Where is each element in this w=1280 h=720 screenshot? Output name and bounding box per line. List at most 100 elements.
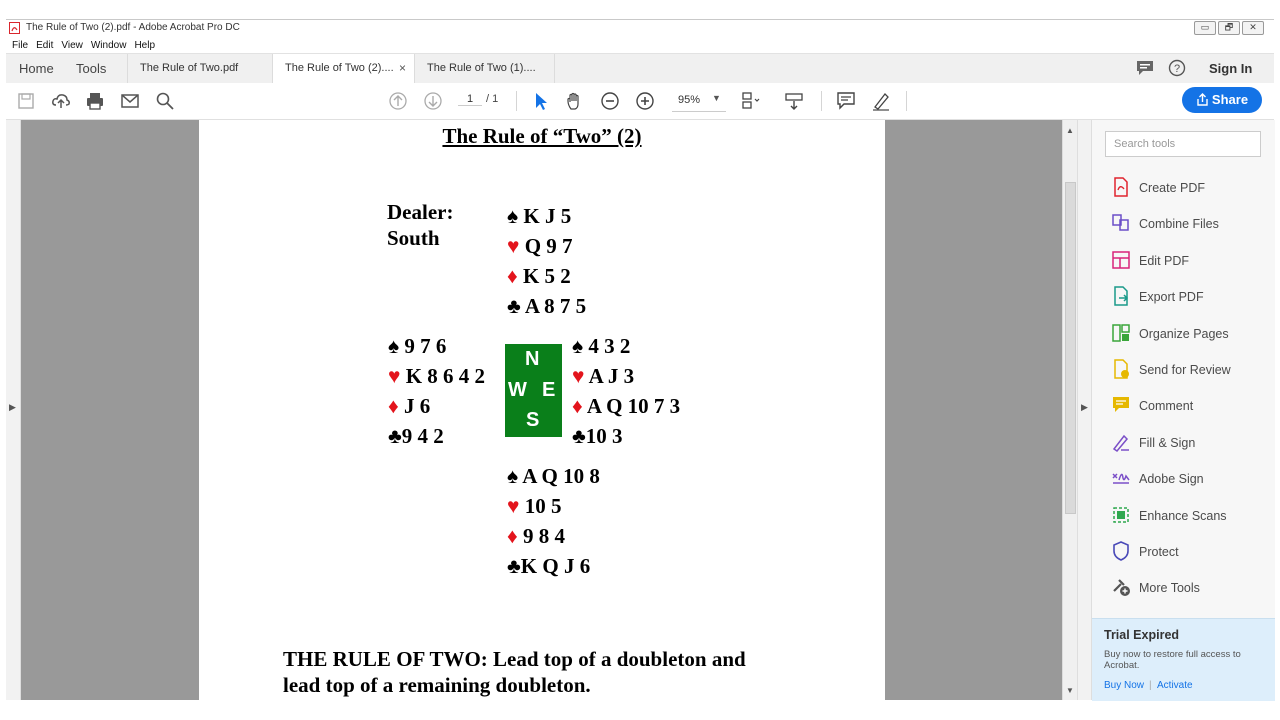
zoom-out-icon[interactable] [600, 91, 620, 111]
tool-label: Organize Pages [1139, 326, 1229, 341]
south-hearts: 10 5 [524, 494, 562, 518]
tools-pane: Search tools Create PDF Combine Files Edit… [1091, 120, 1275, 701]
tool-item-create-pdf[interactable]: Create PDF [1111, 177, 1271, 199]
protect-icon [1113, 541, 1129, 561]
doc-tab-rule-of-two-1[interactable]: The Rule of Two (1).... [415, 54, 555, 83]
east-clubs-row: ♣10 3 [572, 421, 680, 451]
tool-label: Send for Review [1139, 363, 1231, 377]
menu-edit[interactable]: Edit [36, 38, 53, 54]
next-page-icon[interactable] [423, 91, 443, 111]
tool-item-adobe-sign[interactable]: Adobe Sign [1111, 468, 1271, 490]
tool-item-protect[interactable]: Protect [1111, 541, 1271, 563]
sign-in-link[interactable]: Sign In [1209, 61, 1252, 76]
diamond-icon: ♦ [507, 264, 518, 288]
adobe-sign-icon [1112, 473, 1130, 484]
share-icon [1197, 93, 1208, 106]
zoom-value: 95% [678, 94, 701, 106]
tool-item-send-for-review[interactable]: Send for Review [1111, 359, 1271, 381]
save-icon[interactable] [16, 91, 36, 111]
tool-label: Combine Files [1139, 217, 1219, 232]
search-tools-input[interactable]: Search tools [1105, 131, 1261, 157]
email-icon[interactable] [120, 91, 140, 111]
doc-tab-rule-of-two[interactable]: The Rule of Two.pdf [127, 54, 273, 83]
buy-now-link[interactable]: Buy Now [1104, 680, 1144, 691]
activate-link[interactable]: Activate [1157, 680, 1193, 691]
tool-label: Comment [1139, 399, 1194, 414]
hand-tool-icon[interactable] [565, 91, 585, 111]
tool-item-edit-pdf[interactable]: Edit PDF [1111, 250, 1271, 272]
heart-icon: ♥ [388, 364, 401, 388]
doc-tab-rule-of-two-2[interactable]: The Rule of Two (2).... × [273, 54, 415, 83]
south-clubs-row: ♣K Q J 6 [507, 551, 600, 581]
trial-text: Buy now to restore full access to Acroba… [1104, 649, 1241, 671]
right-panel-toggle[interactable]: ▶ [1077, 120, 1092, 700]
rule-text: THE RULE OF TWO: Lead top of a doubleton… [283, 646, 843, 698]
highlight-pen-icon[interactable] [871, 91, 891, 111]
tool-item-fill-sign[interactable]: Fill & Sign [1111, 432, 1271, 454]
rule-line-2: lead top of a remaining doubleton. [283, 673, 591, 697]
create-pdf-icon [1114, 177, 1128, 197]
zoom-select[interactable]: 95% ▼ [672, 91, 726, 112]
spade-icon: ♠ [572, 334, 584, 358]
club-icon: ♣ [388, 424, 402, 448]
tab-home[interactable]: Home [19, 61, 54, 76]
link-divider: | [1149, 680, 1152, 691]
tool-item-combine-files[interactable]: Combine Files [1111, 213, 1271, 235]
print-icon[interactable] [85, 91, 105, 111]
tab-tools[interactable]: Tools [76, 61, 106, 76]
vertical-scrollbar[interactable]: ▲ ▼ [1062, 120, 1077, 700]
north-spades: K J 5 [523, 204, 572, 228]
svg-text:?: ? [1174, 63, 1180, 75]
search-icon[interactable] [155, 91, 175, 111]
east-spades: 4 3 2 [588, 334, 631, 358]
help-icon[interactable]: ? [1168, 59, 1186, 77]
menu-help[interactable]: Help [134, 38, 155, 54]
menu-file[interactable]: File [12, 38, 28, 54]
left-panel-toggle[interactable]: ▶ [6, 120, 21, 700]
chevron-down-icon: ▼ [712, 93, 721, 103]
doc-tab-label: The Rule of Two (1).... [427, 62, 536, 74]
window-title-bar: The Rule of Two (2).pdf - Adobe Acrobat … [6, 19, 1274, 38]
scrolling-mode-icon[interactable] [784, 91, 804, 111]
select-pointer-icon[interactable] [531, 91, 551, 111]
doc-tab-label: The Rule of Two (2).... [285, 62, 394, 74]
north-spades-row: ♠ K J 5 [507, 201, 586, 231]
menu-window[interactable]: Window [91, 38, 127, 54]
scroll-thumb[interactable] [1065, 182, 1076, 514]
page-display-icon[interactable] [741, 91, 761, 111]
tool-item-export-pdf[interactable]: Export PDF [1111, 286, 1271, 308]
more-tools-icon [1113, 579, 1130, 597]
restore-button[interactable]: 🗗 [1218, 21, 1240, 35]
chat-icon[interactable] [1136, 60, 1154, 76]
tool-item-organize-pages[interactable]: Organize Pages [1111, 323, 1271, 345]
organize-pages-icon [1112, 323, 1130, 342]
close-tab-icon[interactable]: × [399, 54, 406, 83]
tool-item-enhance-scans[interactable]: Enhance Scans [1111, 505, 1271, 527]
compass-east: E [542, 379, 556, 401]
west-spades: 9 7 6 [404, 334, 447, 358]
page-number-input[interactable]: 1 [458, 93, 482, 106]
south-spades: A Q 10 8 [522, 464, 600, 488]
tool-item-more-tools[interactable]: More Tools [1111, 577, 1271, 599]
scroll-up-icon[interactable]: ▲ [1066, 126, 1074, 135]
east-clubs: 10 3 [585, 424, 623, 448]
expand-right-icon: ▶ [9, 402, 16, 412]
east-diamonds: A Q 10 7 3 [586, 394, 681, 418]
upload-cloud-icon[interactable] [51, 91, 71, 111]
east-hand: ♠ 4 3 2 ♥ A J 3 ♦ A Q 10 7 3 ♣10 3 [572, 331, 680, 451]
south-diamonds-row: ♦ 9 8 4 [507, 521, 600, 551]
zoom-in-icon[interactable] [635, 91, 655, 111]
edit-pdf-icon [1112, 251, 1130, 269]
toolbar-divider [516, 91, 517, 111]
minimize-button[interactable]: ▭ [1194, 21, 1216, 35]
close-window-button[interactable]: ✕ [1242, 21, 1264, 35]
menu-view[interactable]: View [61, 38, 83, 54]
send-for-review-icon [1114, 359, 1129, 379]
share-button[interactable]: Share [1182, 87, 1262, 113]
north-hand: ♠ K J 5 ♥ Q 9 7 ♦ K 5 2 ♣ A 8 7 5 [507, 201, 586, 321]
scroll-down-icon[interactable]: ▼ [1066, 686, 1074, 695]
east-diamonds-row: ♦ A Q 10 7 3 [572, 391, 680, 421]
tool-item-comment[interactable]: Comment [1111, 395, 1271, 417]
previous-page-icon[interactable] [388, 91, 408, 111]
comment-tool-icon[interactable] [836, 91, 856, 111]
